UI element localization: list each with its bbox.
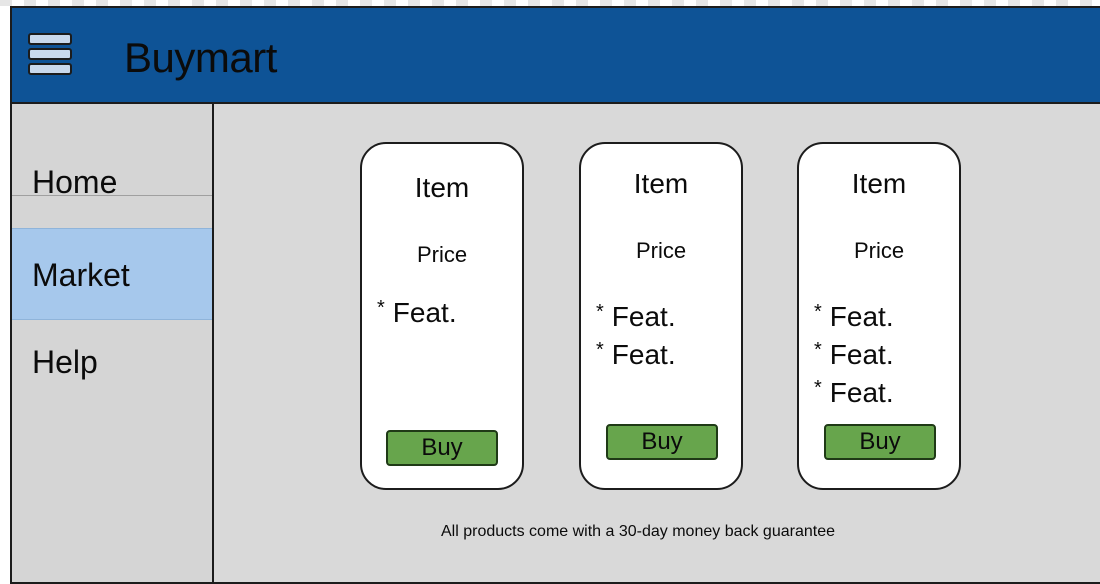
app-window: Buymart Home Market Help Item Price * Fea…: [10, 6, 1100, 584]
feature-bullet: *: [377, 297, 385, 319]
feature-item: * Feat.: [377, 294, 518, 332]
product-price: Price: [416, 242, 468, 267]
feature-list: * Feat. * Feat. * Feat.: [814, 298, 955, 412]
feature-list: * Feat. * Feat.: [596, 298, 737, 374]
buy-button[interactable]: Buy: [606, 424, 718, 460]
feature-item: * Feat.: [596, 336, 737, 374]
main-content: Item Price * Feat. Buy Item Price * Feat. …: [214, 104, 1100, 582]
sidebar-nav: Home Market Help: [12, 104, 214, 582]
feature-bullet: *: [814, 377, 822, 399]
feature-bullet: *: [814, 301, 822, 323]
sidebar-item-label: Help: [32, 344, 98, 380]
feature-bullet: *: [814, 339, 822, 361]
hamburger-menu-icon[interactable]: [28, 32, 72, 76]
feature-item: * Feat.: [814, 298, 955, 336]
product-price: Price: [853, 238, 905, 263]
sidebar-item-label: Home: [32, 164, 118, 200]
product-title: Item: [633, 168, 689, 199]
guarantee-note: All products come with a 30-day money ba…: [441, 523, 835, 540]
sidebar-item-market[interactable]: Market: [12, 228, 212, 320]
product-title: Item: [414, 172, 470, 203]
sidebar-item-label: Market: [32, 257, 130, 293]
feature-bullet: *: [596, 301, 604, 323]
feature-item: * Feat.: [596, 298, 737, 336]
feature-item: * Feat.: [814, 336, 955, 374]
header-bar: Buymart: [12, 8, 1100, 104]
sidebar-item-help[interactable]: Help: [12, 320, 212, 412]
product-card: Item Price * Feat. * Feat. * Feat. Buy: [797, 142, 961, 490]
feature-list: * Feat.: [377, 294, 518, 332]
product-card: Item Price * Feat. Buy: [360, 142, 524, 490]
buy-button[interactable]: Buy: [386, 430, 498, 466]
sidebar-item-home[interactable]: Home: [12, 104, 212, 200]
feature-item: * Feat.: [814, 374, 955, 412]
product-price: Price: [635, 238, 687, 263]
buy-button[interactable]: Buy: [824, 424, 936, 460]
feature-bullet: *: [596, 339, 604, 361]
app-title: Buymart: [124, 34, 277, 81]
product-card: Item Price * Feat. * Feat. Buy: [579, 142, 743, 490]
product-title: Item: [851, 168, 907, 199]
